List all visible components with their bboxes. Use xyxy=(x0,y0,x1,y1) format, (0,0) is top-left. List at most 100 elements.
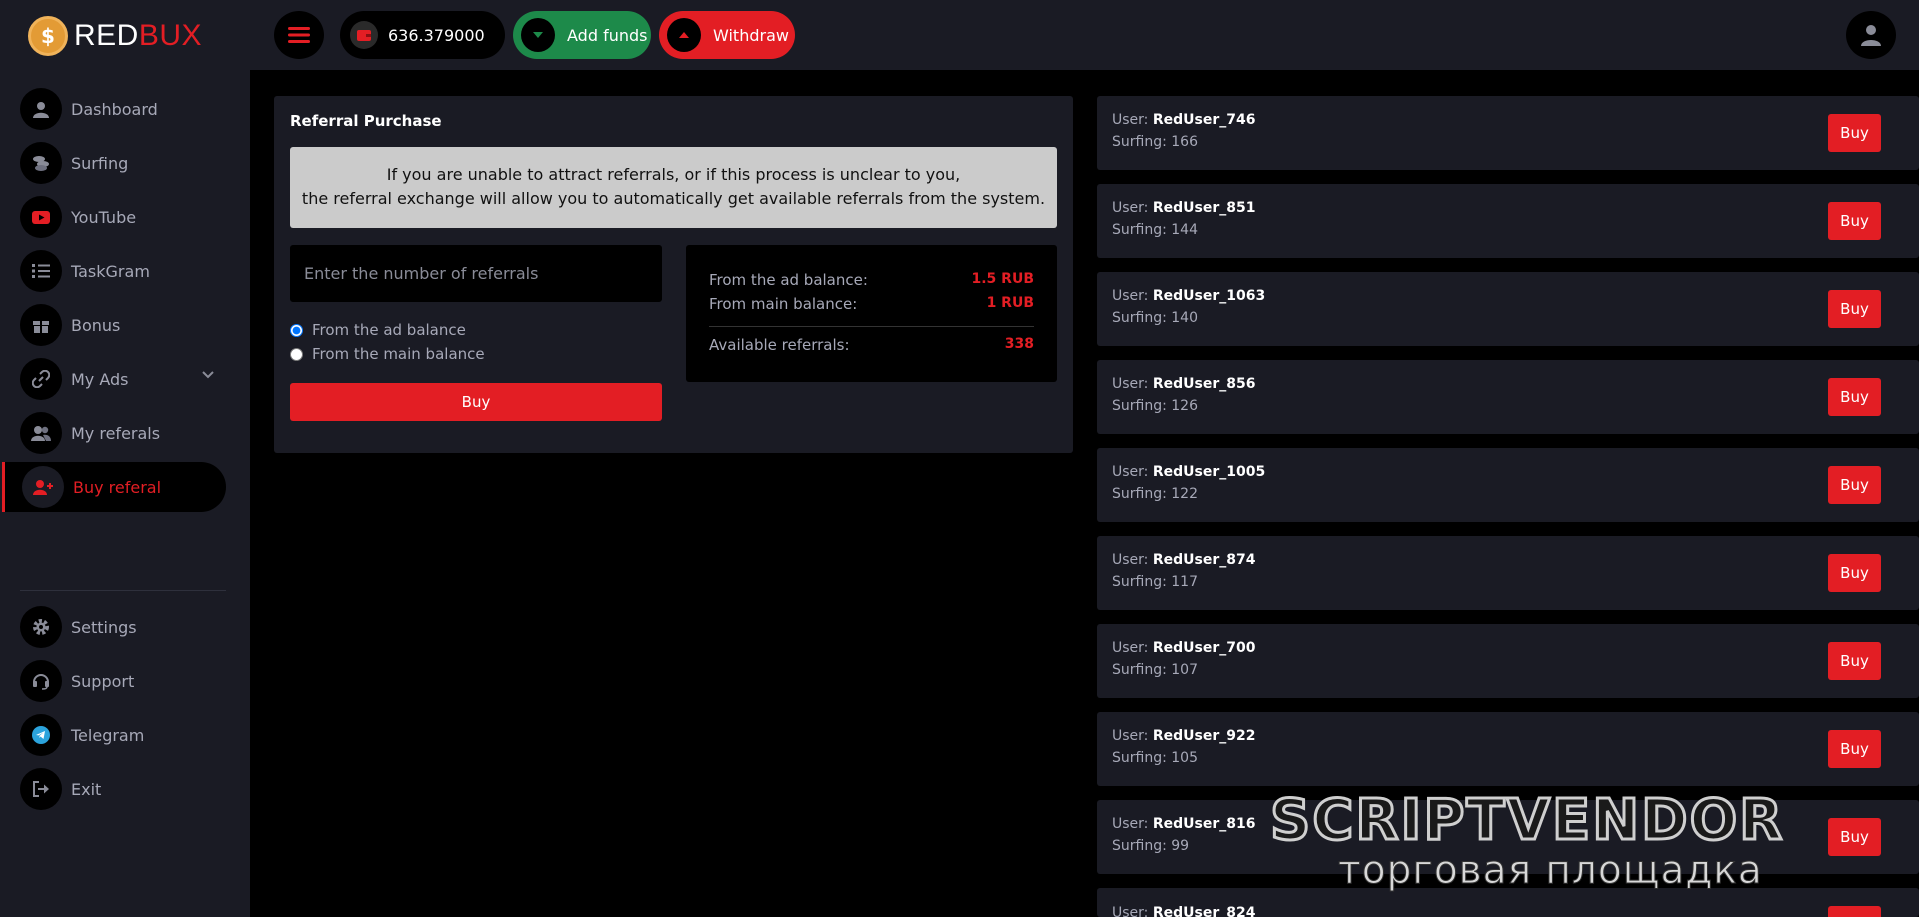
sidebar-item-buy-referal[interactable]: Buy referal xyxy=(2,462,226,512)
sidebar-item-exit[interactable]: Exit xyxy=(20,764,226,814)
radio-label: From the main balance xyxy=(312,345,485,363)
gift-icon xyxy=(20,304,62,346)
info-box: If you are unable to attract referrals, … xyxy=(290,147,1057,228)
buy-user-button[interactable]: Buy xyxy=(1828,466,1881,504)
list-item: User: RedUser_1005 Surfing: 122 Buy xyxy=(1097,448,1919,522)
surfing-count: 117 xyxy=(1171,574,1198,590)
surfing-count: 140 xyxy=(1171,310,1198,326)
user-name-line: User: RedUser_1063 xyxy=(1112,288,1266,304)
surfing-line: Surfing: 105 xyxy=(1112,750,1198,766)
available-label: Available referrals: xyxy=(709,336,850,354)
surfing-count: 107 xyxy=(1171,662,1198,678)
user-name: RedUser_816 xyxy=(1152,816,1256,832)
sidebar-item-label: Settings xyxy=(71,617,137,637)
buy-user-button[interactable]: Buy xyxy=(1828,818,1881,856)
surfing-line: Surfing: 122 xyxy=(1112,486,1198,502)
logo[interactable]: $ REDBUX xyxy=(28,16,202,56)
user-plus-icon xyxy=(22,466,64,508)
sidebar-item-support[interactable]: Support xyxy=(20,656,226,706)
user-name-line: User: RedUser_856 xyxy=(1112,376,1256,392)
sidebar-divider xyxy=(20,590,226,591)
available-row: Available referrals: 338 xyxy=(709,336,1034,354)
list-item: User: RedUser_1063 Surfing: 140 Buy xyxy=(1097,272,1919,346)
exit-icon xyxy=(20,768,62,810)
buy-user-button[interactable]: Buy xyxy=(1828,202,1881,240)
buy-user-button[interactable]: Buy xyxy=(1828,642,1881,680)
referral-count-input[interactable] xyxy=(290,245,662,302)
user-name-line: User: RedUser_824 xyxy=(1112,905,1255,917)
user-name-line: User: RedUser_700 xyxy=(1112,640,1256,656)
chevron-down-icon xyxy=(202,371,214,379)
arrow-up-icon xyxy=(667,18,701,52)
withdraw-label: Withdraw xyxy=(713,25,789,45)
arrow-down-icon xyxy=(521,18,555,52)
add-funds-button[interactable]: Add funds xyxy=(513,11,651,59)
balance-display[interactable]: 636.379000 xyxy=(340,11,505,59)
radio-ad-balance[interactable]: From the ad balance xyxy=(290,321,466,339)
ad-balance-price: 1.5 RUB xyxy=(971,271,1035,287)
top-bar: $ REDBUX 636.379000 Add funds Withdraw xyxy=(0,0,1919,70)
withdraw-button[interactable]: Withdraw xyxy=(659,11,795,59)
buy-user-button[interactable]: Buy xyxy=(1828,554,1881,592)
add-funds-label: Add funds xyxy=(567,25,648,45)
user-name: RedUser_1063 xyxy=(1152,288,1266,304)
sidebar-item-youtube[interactable]: YouTube xyxy=(20,192,226,242)
ad-balance-row: From the ad balance: 1.5 RUB xyxy=(709,271,1034,289)
main-balance-row: From main balance: 1 RUB xyxy=(709,295,1034,313)
sidebar-item-telegram[interactable]: Telegram xyxy=(20,710,226,760)
user-name-line: User: RedUser_922 xyxy=(1112,728,1256,744)
sidebar-item-label: My referals xyxy=(71,423,161,443)
surfing-count: 99 xyxy=(1171,838,1190,854)
user-name-line: User: RedUser_874 xyxy=(1112,552,1256,568)
buy-referrals-button[interactable]: Buy xyxy=(290,383,662,421)
surfing-count: 126 xyxy=(1171,398,1198,414)
sidebar-item-my-ads[interactable]: My Ads xyxy=(20,354,226,404)
sidebar-item-label: Exit xyxy=(71,779,102,799)
sidebar-item-label: Support xyxy=(71,671,135,691)
link-icon xyxy=(20,358,62,400)
menu-toggle-button[interactable] xyxy=(274,11,324,59)
list-item: User: RedUser_816 Surfing: 99 Buy xyxy=(1097,800,1919,874)
profile-button[interactable] xyxy=(1846,11,1896,59)
sidebar-item-taskgram[interactable]: TaskGram xyxy=(20,246,226,296)
list-item: User: RedUser_824 Buy xyxy=(1097,888,1919,917)
info-line: the referral exchange will allow you to … xyxy=(301,189,1046,208)
surfing-line: Surfing: 117 xyxy=(1112,574,1198,590)
avatar-icon xyxy=(1861,25,1881,46)
sidebar-item-label: Telegram xyxy=(71,725,145,745)
surfing-count: 144 xyxy=(1171,222,1198,238)
surfing-line: Surfing: 107 xyxy=(1112,662,1198,678)
youtube-icon xyxy=(20,196,62,238)
surfing-line: Surfing: 144 xyxy=(1112,222,1198,238)
sidebar-item-my-referals[interactable]: My referals xyxy=(20,408,226,458)
buy-user-button[interactable]: Buy xyxy=(1828,730,1881,768)
sidebar-item-label: My Ads xyxy=(71,369,129,389)
user-name: RedUser_824 xyxy=(1152,905,1256,917)
radio-main-balance[interactable]: From the main balance xyxy=(290,345,485,363)
buy-user-button[interactable]: Buy xyxy=(1828,906,1881,917)
sidebar-item-settings[interactable]: Settings xyxy=(20,602,226,652)
buy-user-button[interactable]: Buy xyxy=(1828,290,1881,328)
info-line: If you are unable to attract referrals, … xyxy=(386,165,961,184)
surfing-count: 105 xyxy=(1171,750,1198,766)
summary-divider xyxy=(709,326,1034,327)
hamburger-icon xyxy=(288,27,310,43)
user-name-line: User: RedUser_1005 xyxy=(1112,464,1266,480)
list-item: User: RedUser_851 Surfing: 144 Buy xyxy=(1097,184,1919,258)
user-name-line: User: RedUser_851 xyxy=(1112,200,1256,216)
radio-main-balance-input[interactable] xyxy=(290,347,303,361)
wallet-icon xyxy=(350,21,378,49)
user-name: RedUser_700 xyxy=(1152,640,1256,656)
user-name: RedUser_874 xyxy=(1152,552,1256,568)
user-name: RedUser_851 xyxy=(1152,200,1256,216)
radio-ad-balance-input[interactable] xyxy=(290,323,303,337)
buy-user-button[interactable]: Buy xyxy=(1828,378,1881,416)
user-name: RedUser_922 xyxy=(1152,728,1256,744)
sidebar-item-surfing[interactable]: Surfing xyxy=(20,138,226,188)
headset-icon xyxy=(20,660,62,702)
buy-user-button[interactable]: Buy xyxy=(1828,114,1881,152)
sidebar-item-dashboard[interactable]: Dashboard xyxy=(20,84,226,134)
sidebar-item-label: TaskGram xyxy=(71,261,150,281)
sidebar-item-bonus[interactable]: Bonus xyxy=(20,300,226,350)
list-item: User: RedUser_856 Surfing: 126 Buy xyxy=(1097,360,1919,434)
